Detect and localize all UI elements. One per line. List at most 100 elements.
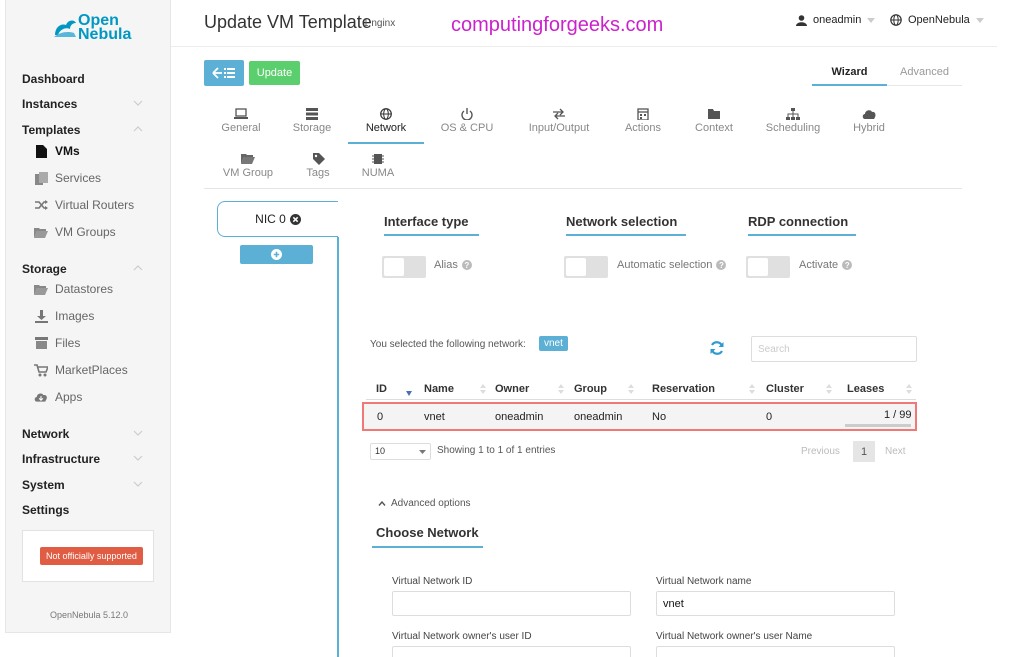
sidebar-item-settings[interactable]: Settings: [22, 503, 69, 517]
zone-menu[interactable]: OpenNebula: [890, 14, 984, 26]
folder-icon: [708, 109, 720, 119]
tab-label: Context: [695, 122, 733, 134]
sidebar-item-vm-groups[interactable]: VM Groups: [34, 225, 116, 239]
sidebar-item-infrastructure[interactable]: Infrastructure: [22, 452, 100, 466]
tab-numa[interactable]: NUMA: [356, 153, 400, 179]
page-size-select[interactable]: 10: [370, 443, 431, 460]
advanced-options-toggle[interactable]: Advanced options: [378, 498, 471, 509]
globe-icon: [890, 14, 902, 26]
tab-label: Tags: [306, 167, 330, 179]
alias-switch[interactable]: [382, 256, 426, 278]
tab-label: Storage: [292, 122, 332, 134]
sort-icon: [628, 384, 634, 394]
advanced-underline: [887, 85, 962, 86]
switch-label-text: Automatic selection: [617, 259, 713, 271]
search-input[interactable]: [751, 336, 917, 362]
tab-advanced[interactable]: Advanced: [887, 66, 962, 78]
tab-actions[interactable]: Actions: [618, 108, 668, 134]
user-menu[interactable]: oneadmin: [796, 14, 876, 26]
sidebar-item-system[interactable]: System: [22, 478, 65, 492]
nic-label: NIC 0: [255, 212, 286, 226]
sidebar-item-marketplaces[interactable]: MarketPlaces: [34, 363, 128, 377]
support-status-badge[interactable]: Not officially supported: [40, 547, 143, 565]
support-box: Not officially supported: [22, 530, 154, 582]
activate-rdp-switch[interactable]: [746, 256, 790, 278]
column-header-group[interactable]: Group: [574, 383, 607, 395]
sidebar-item-dashboard[interactable]: Dashboard: [22, 72, 85, 86]
sidebar-item-label: Files: [55, 336, 81, 350]
current-page-button[interactable]: 1: [853, 441, 875, 462]
column-header-cluster[interactable]: Cluster: [766, 383, 804, 395]
cell-cluster: 0: [766, 411, 773, 423]
owner-id-label: Virtual Network owner's user ID: [392, 631, 532, 642]
tab-network[interactable]: Network: [352, 108, 420, 134]
rdp-connection-heading: RDP connection: [748, 214, 856, 236]
automatic-selection-switch[interactable]: [564, 256, 608, 278]
sidebar-item-instances[interactable]: Instances: [22, 97, 77, 111]
cell-owner: oneadmin: [495, 411, 544, 423]
vnet-name-label: Virtual Network name: [656, 576, 752, 587]
column-header-reservation[interactable]: Reservation: [652, 383, 715, 395]
table-header-divider: [366, 399, 916, 400]
tab-general[interactable]: General: [216, 108, 266, 134]
sidebar-item-services[interactable]: Services: [34, 171, 101, 185]
column-header-leases[interactable]: Leases: [847, 383, 884, 395]
sidebar-item-vms[interactable]: VMs: [34, 144, 80, 158]
sidebar-item-storage[interactable]: Storage: [22, 262, 67, 276]
table-row[interactable]: [362, 402, 917, 431]
opennebula-logo[interactable]: Open Nebula: [52, 12, 142, 46]
owner-id-input[interactable]: [392, 646, 631, 657]
nic-0-tab[interactable]: NIC 0: [217, 201, 338, 237]
tab-input-output[interactable]: Input/Output: [520, 108, 598, 134]
vnet-id-input[interactable]: [392, 591, 631, 616]
vnet-name-input[interactable]: [656, 591, 895, 616]
sidebar-item-virtual-routers[interactable]: Virtual Routers: [34, 198, 134, 212]
tab-label: NUMA: [361, 167, 395, 179]
tab-wizard[interactable]: Wizard: [812, 66, 887, 78]
next-page-button[interactable]: Next: [885, 446, 906, 457]
activate-rdp-label: Activate ?: [799, 259, 853, 271]
help-icon[interactable]: ?: [716, 260, 727, 270]
column-header-owner[interactable]: Owner: [495, 383, 529, 395]
caret-down-icon: [975, 17, 984, 23]
update-button[interactable]: Update: [249, 61, 300, 85]
sidebar-item-network[interactable]: Network: [22, 427, 69, 441]
cell-id: 0: [377, 411, 384, 423]
zone-name: OpenNebula: [908, 14, 970, 26]
chevron-up-icon: [133, 265, 143, 271]
file-icon: [34, 144, 48, 158]
selected-network-text: You selected the following network:: [370, 339, 526, 350]
tab-storage[interactable]: Storage: [288, 108, 336, 134]
help-icon[interactable]: ?: [461, 260, 472, 270]
logo-text-nebula: Nebula: [78, 26, 132, 43]
shuffle-icon: [34, 198, 48, 212]
owner-name-input[interactable]: [656, 646, 895, 657]
sidebar-item-apps[interactable]: Apps: [34, 390, 82, 404]
nic-panel-border: [337, 237, 339, 657]
copy-icon: [34, 171, 48, 185]
tab-context[interactable]: Context: [689, 108, 739, 134]
sidebar-item-templates[interactable]: Templates: [22, 123, 80, 137]
tab-os-cpu[interactable]: OS & CPU: [436, 108, 498, 134]
remove-nic-icon[interactable]: [289, 213, 301, 225]
tab-hybrid[interactable]: Hybrid: [846, 108, 892, 134]
back-to-list-button[interactable]: [204, 60, 244, 86]
column-header-name[interactable]: Name: [424, 383, 454, 395]
add-nic-button[interactable]: [240, 245, 313, 264]
tab-scheduling[interactable]: Scheduling: [762, 108, 824, 134]
column-header-id[interactable]: ID: [376, 383, 387, 395]
tab-vm-group[interactable]: VM Group: [218, 153, 278, 179]
tab-tags[interactable]: Tags: [298, 153, 338, 179]
previous-page-button[interactable]: Previous: [801, 446, 840, 457]
refresh-icon[interactable]: [709, 340, 725, 356]
help-icon[interactable]: ?: [842, 260, 853, 270]
sidebar-item-images[interactable]: Images: [34, 309, 94, 323]
switch-label-text: Activate: [799, 259, 839, 271]
calendar-icon: [637, 108, 649, 120]
chevron-down-icon: [133, 481, 143, 487]
user-icon: [796, 14, 807, 26]
sidebar-item-datastores[interactable]: Datastores: [34, 282, 113, 296]
cell-leases: 1 / 99: [884, 409, 912, 421]
sidebar-item-files[interactable]: Files: [34, 336, 80, 350]
network-tab-active-underline: [348, 142, 424, 144]
